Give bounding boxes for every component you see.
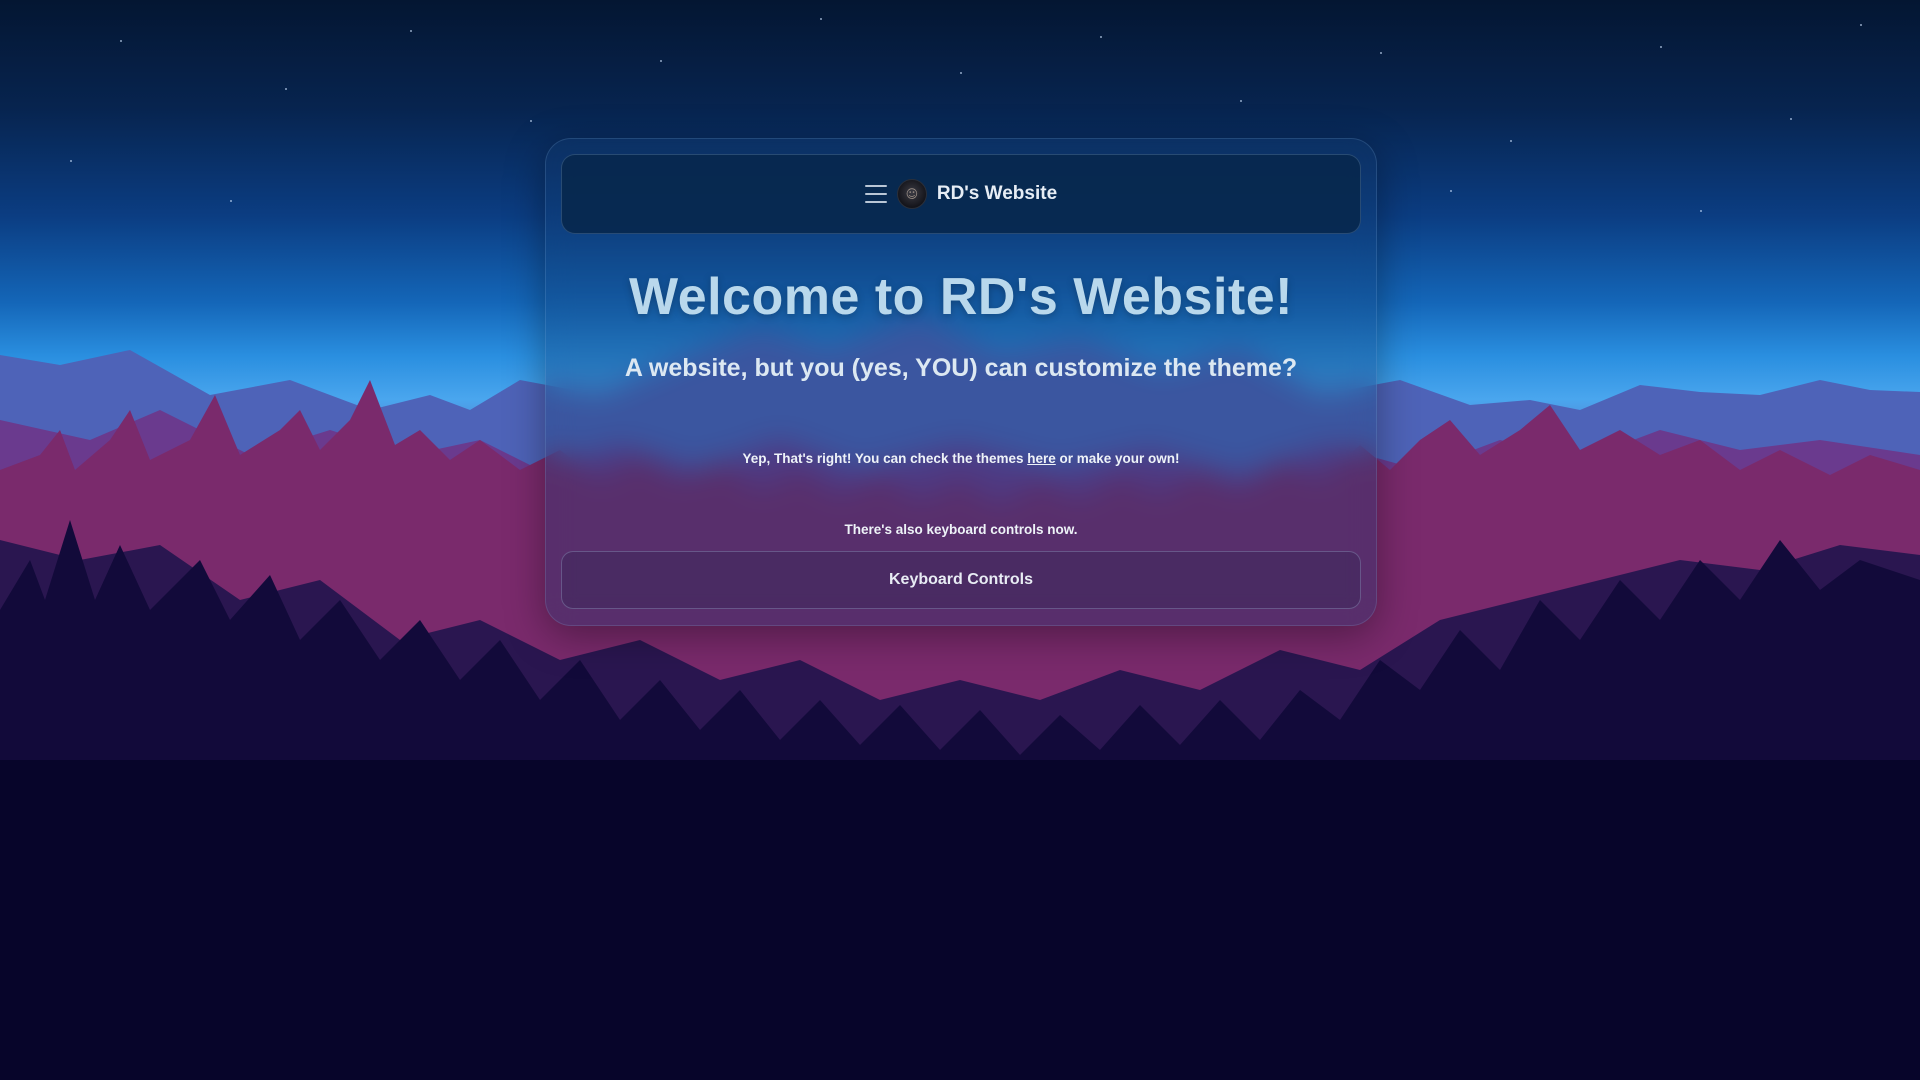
hero-subtitle: A website, but you (yes, YOU) can custom… xyxy=(624,354,1298,382)
site-title[interactable]: RD's Website xyxy=(937,183,1057,205)
welcome-card: ☺ RD's Website Welcome to RD's Website! … xyxy=(545,138,1377,626)
themes-note: Yep, That's right! You can check the the… xyxy=(546,451,1376,466)
themes-note-prefix: Yep, That's right! You can check the the… xyxy=(742,451,1028,466)
page-title: Welcome to RD's Website! xyxy=(629,268,1293,326)
keyboard-note: There's also keyboard controls now. xyxy=(844,522,1078,537)
hamburger-menu-icon[interactable] xyxy=(864,185,887,203)
top-navbar: ☺ RD's Website xyxy=(561,154,1361,234)
keyboard-controls-button[interactable]: Keyboard Controls xyxy=(561,551,1361,609)
avatar[interactable]: ☺ xyxy=(896,179,927,209)
themes-link[interactable]: here xyxy=(1027,451,1056,466)
themes-note-suffix: or make your own! xyxy=(1055,451,1180,466)
